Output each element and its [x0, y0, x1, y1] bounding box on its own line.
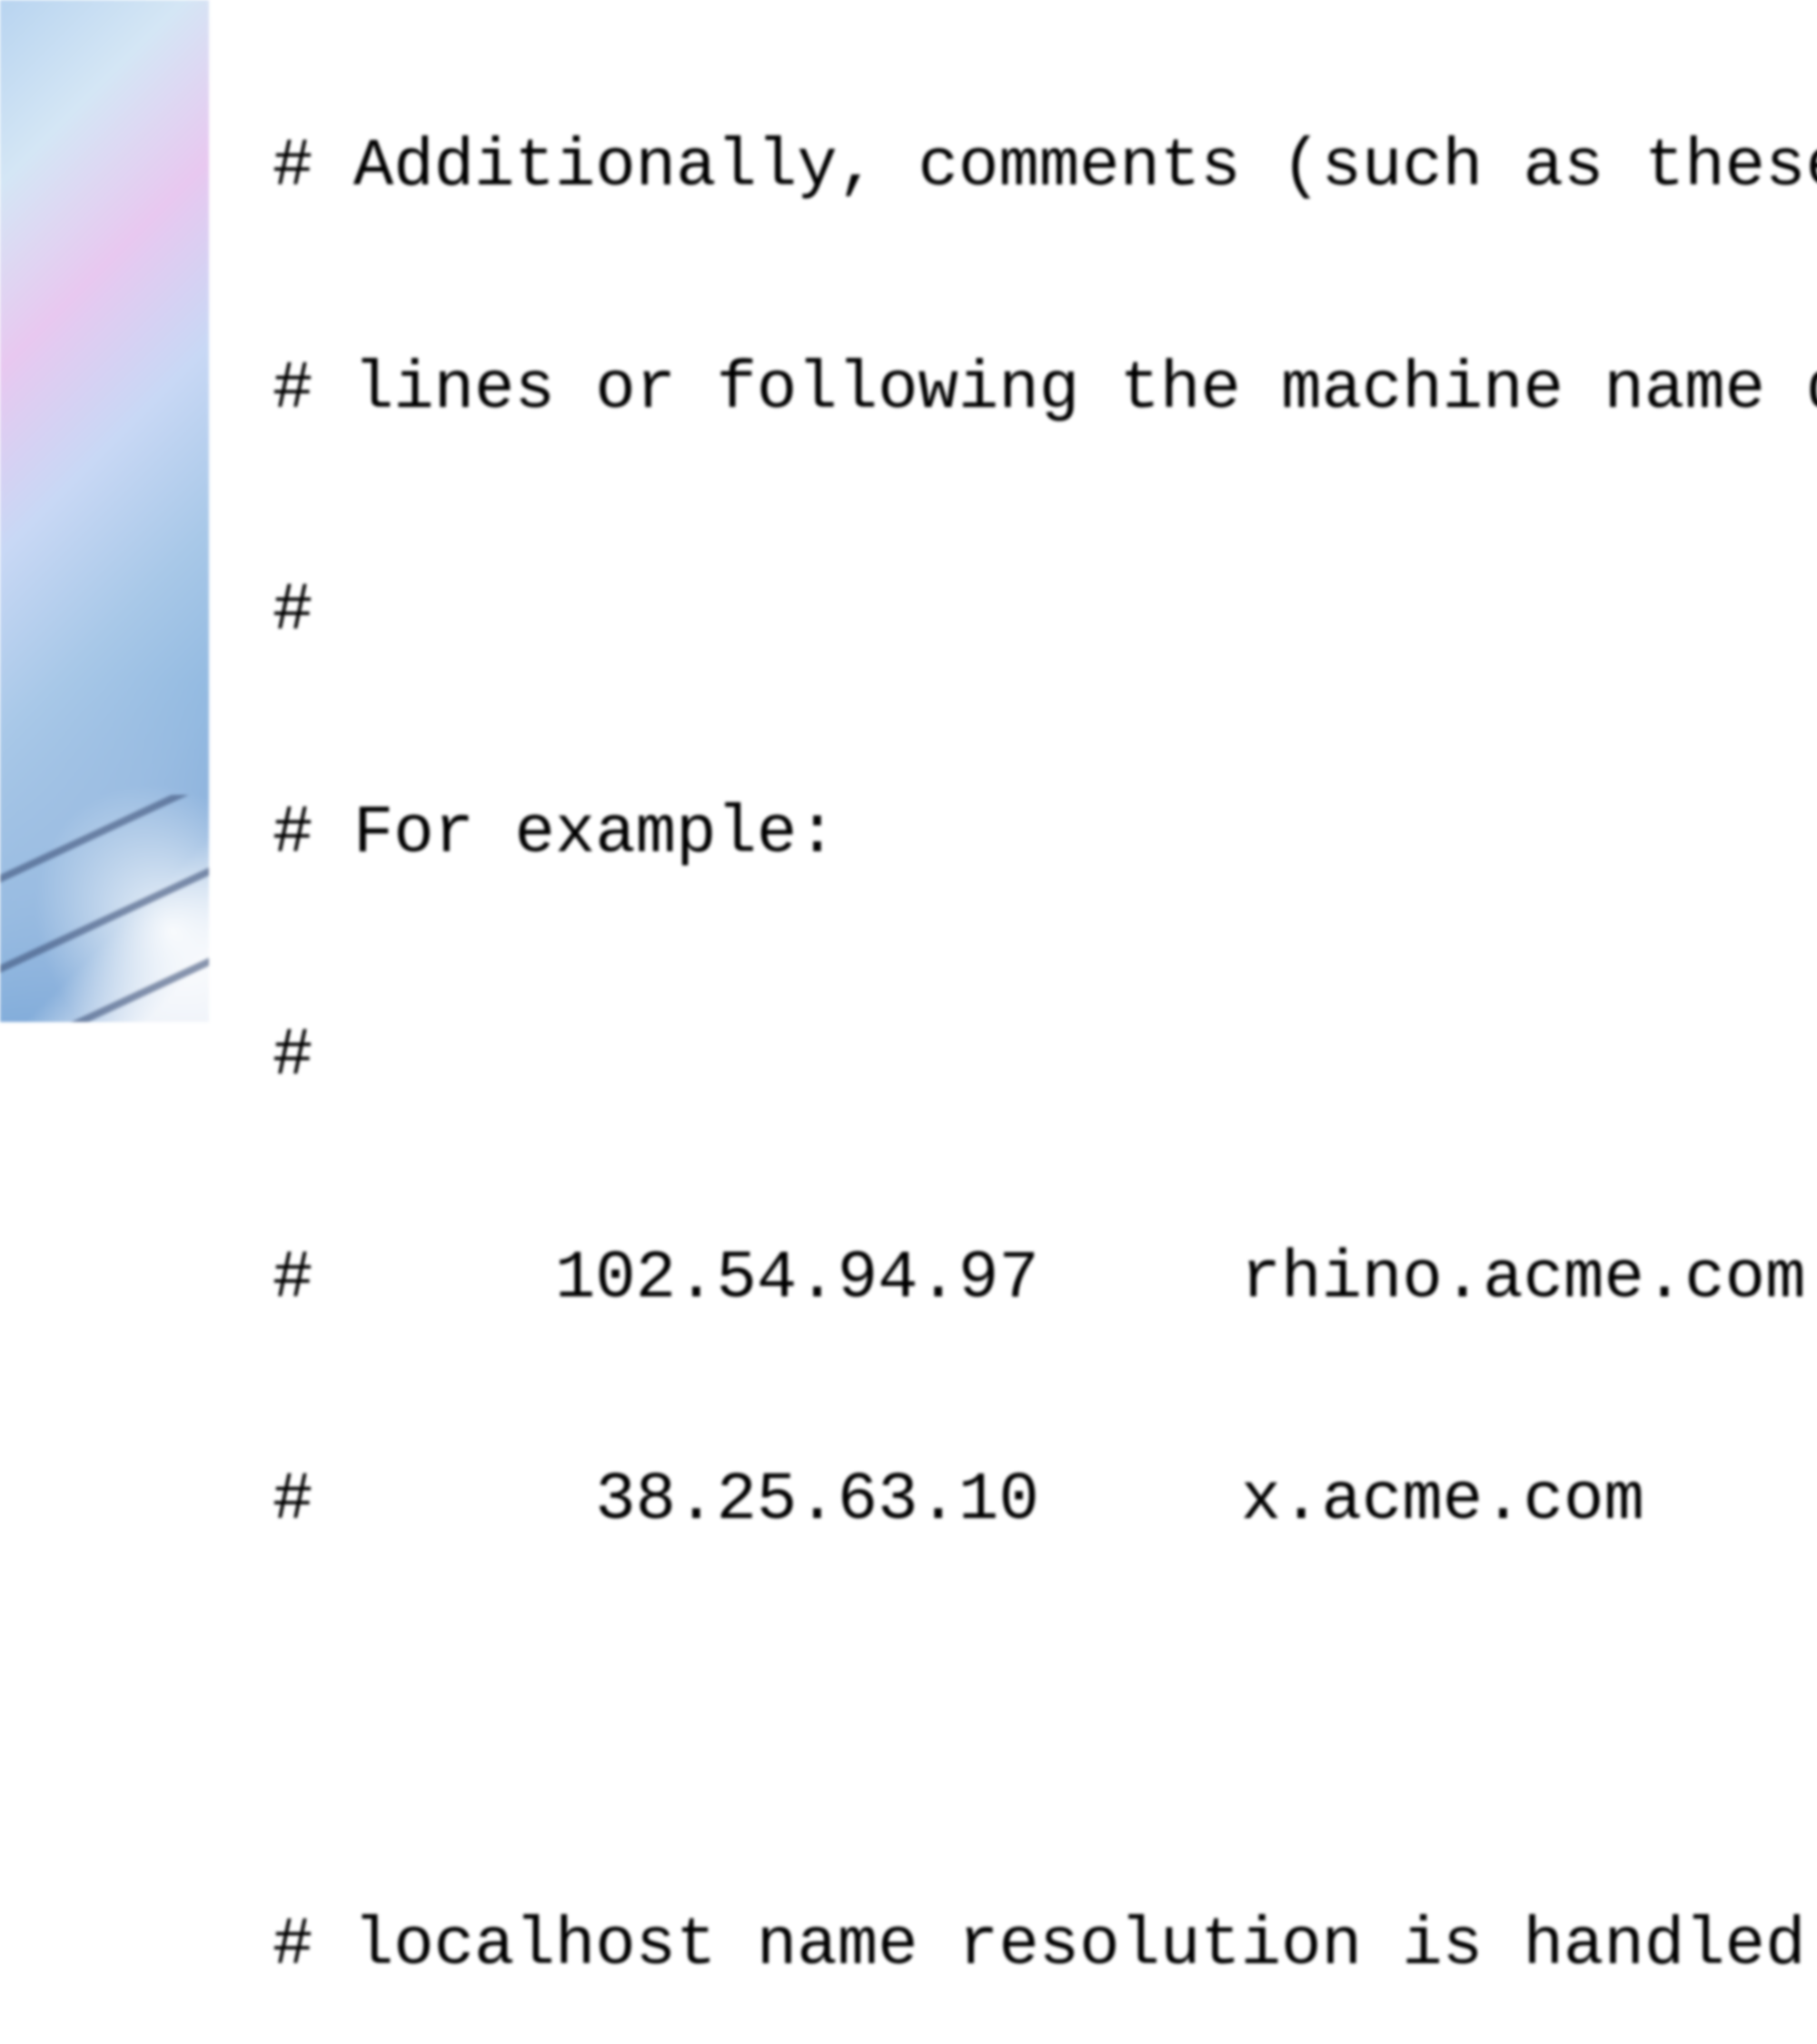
text-editor-window[interactable]: # Additionally, comments (such as these)… — [209, 0, 1817, 1022]
desktop-wallpaper — [0, 0, 209, 1022]
text-line[interactable] — [273, 1686, 1817, 1761]
text-line[interactable]: # — [273, 574, 1817, 649]
text-line[interactable]: # — [273, 1019, 1817, 1094]
text-line[interactable]: # 38.25.63.10 x.acme.com — [273, 1464, 1817, 1538]
text-line[interactable]: # localhost name resolution is handled w… — [273, 1909, 1817, 1983]
text-line[interactable]: # Additionally, comments (such as these)… — [273, 130, 1817, 204]
hosts-file-content[interactable]: # Additionally, comments (such as these)… — [273, 0, 1817, 2044]
text-line[interactable]: # For example: — [273, 797, 1817, 871]
text-line[interactable]: # lines or following the machine name de… — [273, 352, 1817, 427]
text-line[interactable]: # 102.54.94.97 rhino.acme.com — [273, 1242, 1817, 1316]
